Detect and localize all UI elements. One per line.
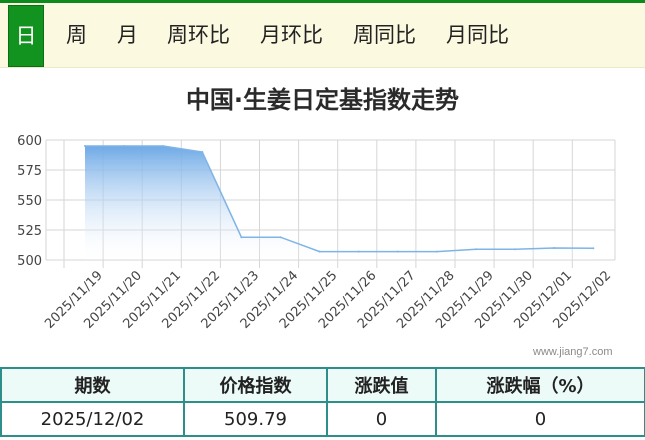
- y-axis-ticks: 500 525 550 575 600: [17, 134, 42, 269]
- data-point: [318, 250, 321, 253]
- tab-month-over-month[interactable]: 月环比: [260, 3, 323, 67]
- header-price-index: 价格指数: [183, 367, 328, 403]
- tab-week-year-over-year[interactable]: 周同比: [353, 3, 416, 67]
- cell-price-index: 509.79: [183, 401, 328, 437]
- tab-week-over-week[interactable]: 周环比: [167, 3, 230, 67]
- tab-month-year-over-year[interactable]: 月同比: [446, 3, 509, 67]
- data-point: [240, 236, 243, 239]
- period-tab-bar: 日 周 月 周环比 月环比 周同比 月同比: [0, 3, 645, 68]
- tab-day[interactable]: 日: [8, 5, 44, 67]
- data-point: [84, 145, 86, 147]
- data-point: [162, 145, 165, 147]
- data-point: [123, 145, 126, 147]
- y-tick-label: 600: [17, 134, 42, 149]
- data-point: [396, 250, 399, 253]
- cell-period: 2025/12/02: [0, 401, 185, 437]
- data-point: [279, 236, 282, 239]
- y-tick-label: 550: [17, 194, 42, 209]
- y-tick-label: 525: [17, 224, 42, 239]
- tab-month[interactable]: 月: [117, 3, 138, 67]
- header-change-percent: 涨跌幅（%）: [435, 367, 645, 403]
- table-header-row: 期数 价格指数 涨跌值 涨跌幅（%）: [0, 367, 645, 403]
- data-point: [553, 247, 556, 249]
- data-point: [592, 247, 595, 250]
- header-change-value: 涨跌值: [326, 367, 437, 403]
- y-tick-label: 575: [17, 164, 42, 179]
- header-period: 期数: [0, 367, 185, 403]
- tab-week[interactable]: 周: [66, 3, 87, 67]
- data-point: [475, 248, 477, 251]
- data-point: [357, 250, 360, 253]
- data-point: [201, 151, 204, 153]
- data-point: [514, 248, 517, 251]
- site-watermark: www.jiang7.com: [533, 346, 613, 358]
- cell-change-percent: 0: [435, 401, 645, 437]
- chart-title: 中国·生姜日定基指数走势: [185, 86, 460, 114]
- y-tick-label: 500: [17, 254, 42, 269]
- data-point: [435, 250, 438, 253]
- table-row: 2025/12/02 509.79 0 0: [0, 401, 645, 437]
- index-trend-chart: 500 525 550 575 600 2025/11/192025/11/202025…: [17, 134, 616, 332]
- cell-change-value: 0: [326, 401, 437, 437]
- x-axis-ticks: 2025/11/192025/11/202025/11/212025/11/22…: [42, 268, 614, 332]
- index-summary-table: 期数 价格指数 涨跌值 涨跌幅（%） 2025/12/02 509.79 0 0: [0, 367, 645, 437]
- series-area: [85, 146, 594, 260]
